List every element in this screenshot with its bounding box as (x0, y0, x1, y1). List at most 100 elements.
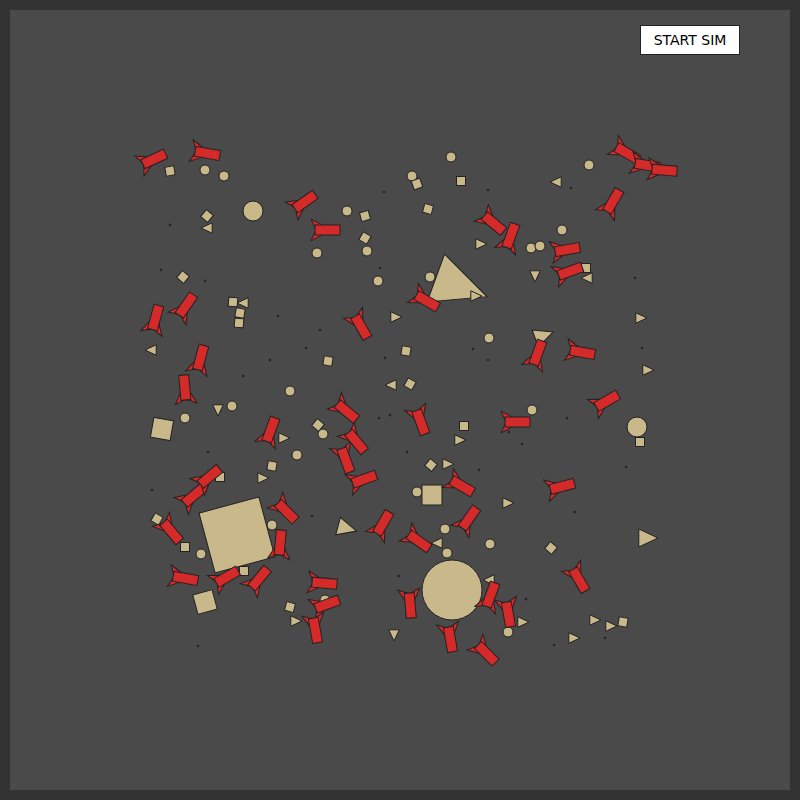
circle-body[interactable] (503, 627, 513, 637)
rocket[interactable] (467, 634, 503, 670)
square-body[interactable] (235, 308, 245, 318)
rocket[interactable] (501, 411, 530, 433)
circle-body[interactable] (440, 524, 450, 534)
circle-body[interactable] (484, 333, 494, 343)
square-body[interactable] (411, 178, 423, 190)
square-body[interactable] (422, 485, 442, 505)
triangle-body[interactable] (643, 365, 654, 376)
rocket[interactable] (522, 337, 553, 372)
triangle-body[interactable] (569, 633, 580, 644)
circle-body[interactable] (535, 241, 545, 251)
rocket[interactable] (189, 140, 221, 167)
square-body[interactable] (177, 271, 190, 284)
rocket[interactable] (135, 144, 171, 176)
rocket[interactable] (551, 257, 586, 288)
rocket[interactable] (327, 393, 363, 428)
rocket[interactable] (168, 288, 203, 324)
triangle-body[interactable] (427, 254, 496, 321)
circle-body[interactable] (526, 243, 536, 253)
rocket[interactable] (338, 422, 373, 458)
rocket[interactable] (474, 205, 510, 240)
rocket[interactable] (647, 158, 678, 182)
square-body[interactable] (359, 232, 371, 244)
circle-body[interactable] (285, 386, 295, 396)
square-body[interactable] (545, 542, 558, 555)
rocket[interactable] (153, 512, 188, 548)
square-body[interactable] (401, 346, 411, 356)
rocket[interactable] (475, 579, 506, 614)
square-body[interactable] (199, 497, 275, 573)
rocket[interactable] (302, 612, 329, 644)
rocket[interactable] (141, 303, 170, 337)
rocket[interactable] (564, 339, 596, 366)
circle-body[interactable] (227, 401, 237, 411)
rocket[interactable] (442, 468, 478, 502)
triangle-body[interactable] (385, 380, 396, 391)
rocket[interactable] (267, 492, 303, 528)
rocket[interactable] (186, 343, 215, 377)
circle-body[interactable] (243, 201, 263, 221)
square-body[interactable] (201, 210, 214, 223)
square-body[interactable] (151, 513, 163, 525)
square-body[interactable] (240, 567, 249, 576)
triangle-body[interactable] (606, 621, 617, 632)
square-body[interactable] (359, 210, 370, 221)
circle-body[interactable] (292, 450, 302, 460)
square-body[interactable] (228, 297, 238, 307)
rocket[interactable] (398, 588, 422, 619)
triangle-body[interactable] (213, 405, 224, 416)
circle-body[interactable] (527, 405, 537, 415)
rocket[interactable] (255, 414, 286, 449)
triangle-body[interactable] (391, 312, 402, 323)
triangle-body[interactable] (237, 298, 248, 309)
rocket[interactable] (268, 529, 292, 560)
rocket[interactable] (544, 472, 578, 501)
circle-body[interactable] (219, 171, 229, 181)
triangle-body[interactable] (443, 459, 454, 470)
rocket[interactable] (399, 523, 435, 558)
square-body[interactable] (181, 543, 190, 552)
rocket[interactable] (495, 596, 522, 628)
rocket[interactable] (241, 561, 276, 597)
triangle-body[interactable] (476, 239, 487, 250)
circle-body[interactable] (446, 152, 456, 162)
triangle-body[interactable] (590, 615, 601, 626)
square-body[interactable] (618, 617, 628, 627)
circle-body[interactable] (342, 206, 352, 216)
triangle-body[interactable] (336, 517, 359, 539)
circle-body[interactable] (196, 549, 206, 559)
circle-body[interactable] (267, 520, 277, 530)
circle-body[interactable] (442, 548, 452, 558)
triangle-body[interactable] (431, 538, 442, 549)
square-body[interactable] (323, 356, 333, 366)
rocket[interactable] (343, 307, 377, 343)
rocket[interactable] (207, 561, 243, 595)
triangle-body[interactable] (471, 291, 482, 302)
triangle-body[interactable] (201, 223, 212, 234)
circle-body[interactable] (373, 276, 383, 286)
rocket[interactable] (285, 185, 321, 220)
square-body[interactable] (460, 422, 469, 431)
circle-body[interactable] (312, 248, 322, 258)
circle-body[interactable] (200, 165, 210, 175)
circle-body[interactable] (412, 487, 422, 497)
sim-canvas[interactable]: START SIM (10, 10, 790, 790)
square-body[interactable] (193, 590, 217, 614)
rocket[interactable] (549, 237, 581, 264)
circle-body[interactable] (485, 539, 495, 549)
circle-body[interactable] (584, 160, 594, 170)
square-body[interactable] (150, 417, 173, 440)
triangle-body[interactable] (258, 473, 269, 484)
circle-body[interactable] (422, 560, 482, 620)
square-body[interactable] (457, 177, 466, 186)
triangle-body[interactable] (530, 271, 541, 282)
rocket[interactable] (495, 220, 526, 255)
rocket[interactable] (345, 465, 380, 496)
triangle-body[interactable] (389, 630, 400, 641)
start-sim-button[interactable]: START SIM (640, 25, 740, 55)
square-body[interactable] (234, 318, 244, 328)
triangle-body[interactable] (581, 273, 592, 284)
triangle-body[interactable] (518, 617, 529, 628)
rocket[interactable] (308, 590, 343, 621)
circle-body[interactable] (557, 225, 567, 235)
